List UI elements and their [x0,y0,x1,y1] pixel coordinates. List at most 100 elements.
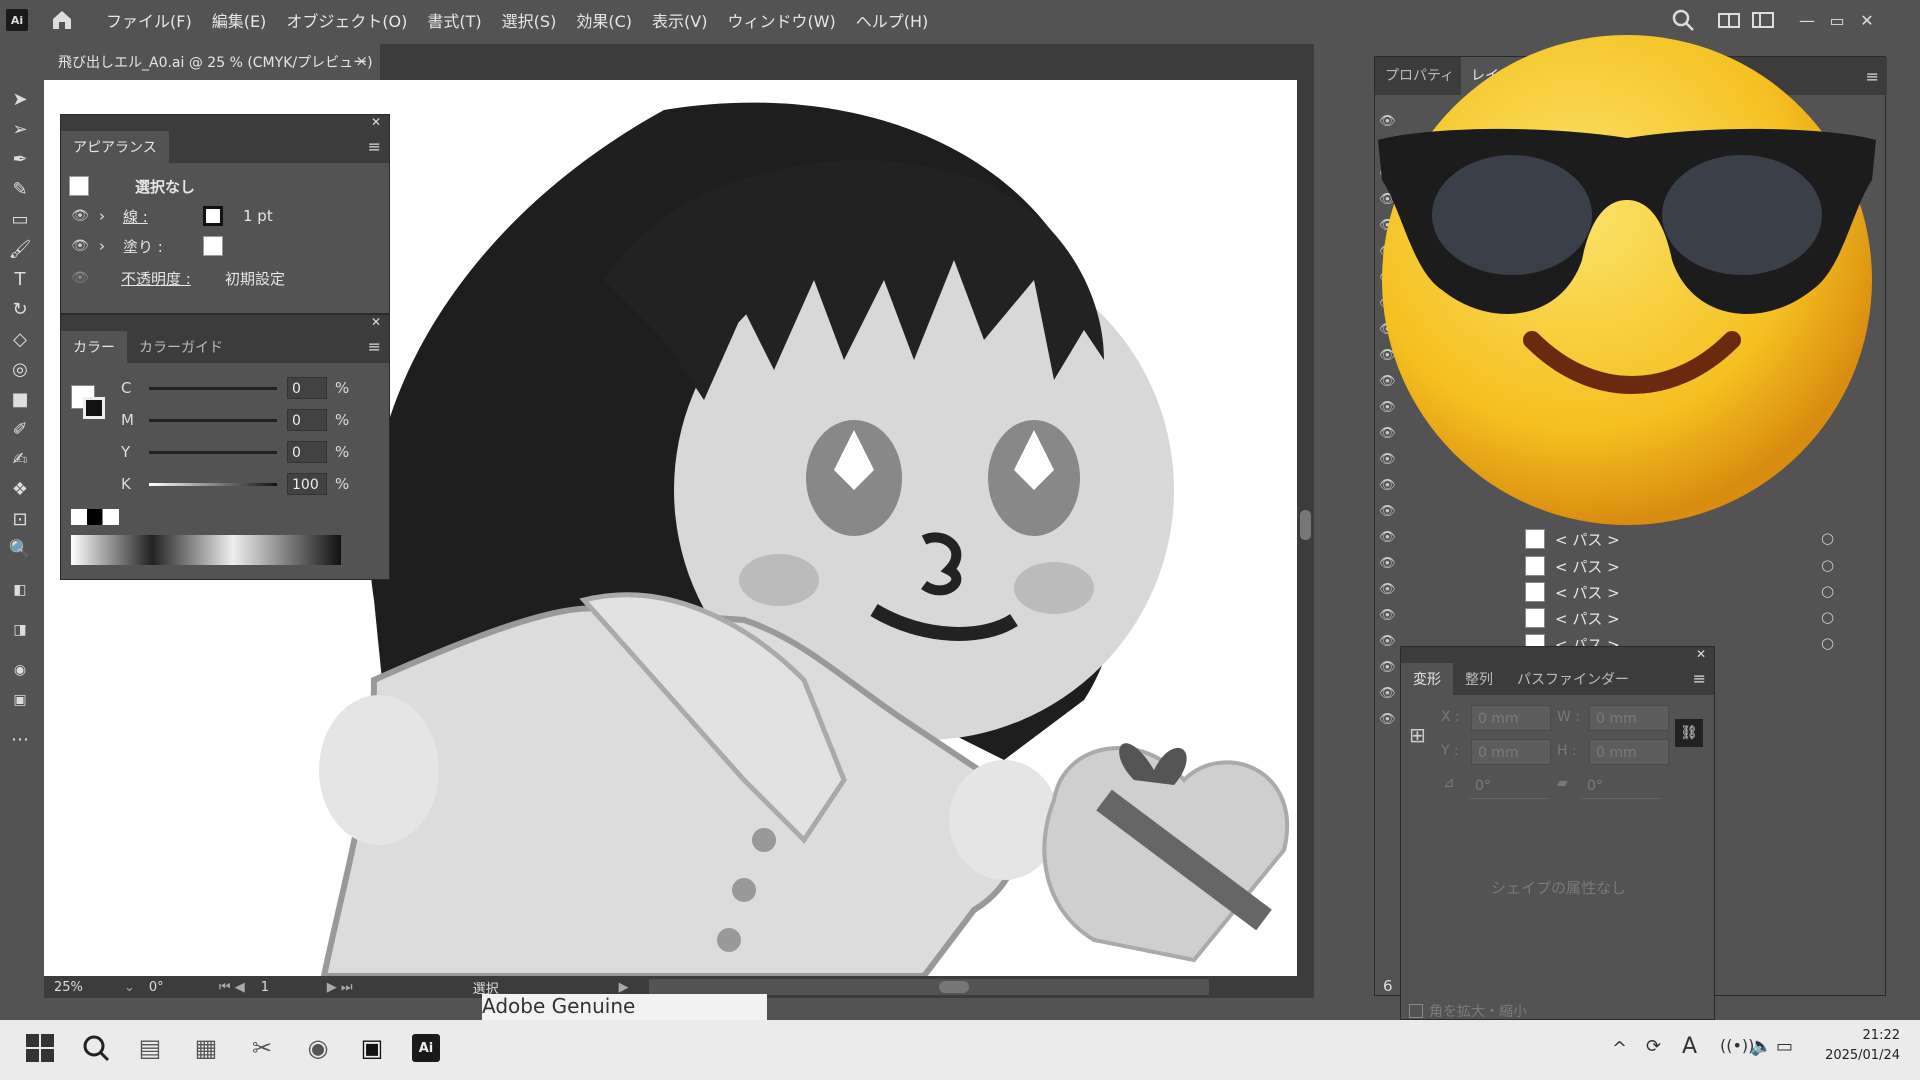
document-tab[interactable]: 飛び出しエル_A0.ai @ 25 % (CMYK/プレビュー) × [44,44,380,80]
channel-value[interactable]: 0 [287,441,327,463]
x-field[interactable]: 0 mm [1471,705,1551,731]
close-panel-icon[interactable]: ✕ [1696,647,1706,661]
stroke-row[interactable]: 👁 › 線 : 1 pt [69,201,273,231]
shear-field[interactable]: 0° [1581,773,1661,799]
panel-menu-icon[interactable]: ≡ [368,337,381,356]
layer-item[interactable]: < パス > ○ [1375,527,1887,553]
artboard-tool-icon[interactable]: ⊡ [8,508,32,532]
file-explorer-icon[interactable]: ▤ [132,1030,168,1066]
target-icon[interactable]: ○ [1821,634,1834,652]
slider-c[interactable]: C 0 % [121,375,351,401]
expand-icon[interactable]: › [99,207,105,225]
artboard-nav-icon[interactable]: ⏮ ◀ [219,980,245,995]
sync-icon[interactable]: ⟳ [1646,1036,1661,1057]
canvas-vertical-scrollbar[interactable] [1297,80,1314,976]
tab-appearance[interactable]: アピアランス [61,131,169,163]
tab-transform[interactable]: 変形 [1401,663,1453,695]
draw-mode-icon[interactable]: ◉ [8,658,32,682]
ime-indicator[interactable]: A [1682,1034,1697,1059]
checkbox[interactable] [1409,1004,1423,1018]
eye-icon[interactable]: 👁 [69,208,91,224]
fill-stroke-indicator[interactable] [71,375,111,425]
eye-icon[interactable]: 👁 [69,270,91,286]
reference-point-icon[interactable]: ⊞ [1409,723,1426,747]
slider-track[interactable] [149,386,277,390]
eyedropper-icon[interactable]: ✐ [8,418,32,442]
type-tool-icon[interactable]: T [8,268,32,292]
illustrator-taskbar-icon[interactable]: Ai [408,1030,444,1066]
shape-builder-icon[interactable]: ◎ [8,358,32,382]
slider-track[interactable] [149,450,277,454]
zoom-dropdown-icon[interactable]: ⌄ [124,980,135,995]
target-icon[interactable]: ○ [1821,582,1834,600]
start-icon[interactable] [22,1030,58,1066]
curvature-tool-icon[interactable]: ✎ [8,178,32,202]
snipping-tool-icon[interactable]: ✂ [244,1030,280,1066]
rectangle-tool-icon[interactable]: ▭ [8,208,32,232]
menu-file[interactable]: ファイル(F) [96,8,202,32]
layer-item[interactable]: < パス > ○ [1375,554,1887,580]
zoom-level[interactable]: 25% [54,980,114,995]
gradient-tool-icon[interactable]: ■ [8,388,32,412]
expand-icon[interactable]: › [99,237,105,255]
layer-name[interactable]: < パス > [1555,608,1620,629]
stroke-swatch[interactable] [203,206,223,226]
target-icon[interactable]: ○ [1821,608,1834,626]
color-spectrum[interactable] [71,535,341,565]
rotate-tool-icon[interactable]: ↻ [8,298,32,322]
channel-value[interactable]: 0 [287,377,327,399]
panel-header[interactable]: ✕ [61,115,389,131]
artboard-number[interactable]: 1 [261,980,311,995]
tab-pathfinder[interactable]: パスファインダー [1505,663,1641,695]
slider-track[interactable] [149,418,277,422]
direct-selection-tool-icon[interactable]: ➢ [8,118,32,142]
zoom-tool-icon[interactable]: 🔍 [8,538,32,562]
panel-header[interactable]: ✕ [61,315,389,331]
slider-y[interactable]: Y 0 % [121,439,351,465]
menu-view[interactable]: 表示(V) [642,8,717,32]
target-icon[interactable]: ○ [1821,529,1834,547]
status-arrow-icon[interactable]: ▶ [619,980,629,995]
fill-swatch[interactable] [203,236,223,256]
y-field[interactable]: 0 mm [1471,739,1551,765]
blend-tool-icon[interactable]: ✍ [8,448,32,472]
tab-color-guide[interactable]: カラーガイド [127,331,235,363]
screen-mode-icon[interactable]: ▣ [8,688,32,712]
close-panel-icon[interactable]: ✕ [371,315,381,329]
calculator-icon[interactable]: ▦ [188,1030,224,1066]
selection-tool-icon[interactable]: ➤ [8,88,32,112]
browser-icon[interactable]: ◉ [300,1030,336,1066]
menu-effect[interactable]: 効果(C) [566,8,642,32]
scale-corners-option[interactable]: 角を拡大・縮小 [1409,1001,1527,1021]
slider-m[interactable]: M 0 % [121,407,351,433]
layer-item[interactable]: < パス > ○ [1375,606,1887,632]
menu-edit[interactable]: 編集(E) [202,8,277,32]
fill-stroke-swatch-icon[interactable]: ◧ [8,578,32,602]
battery-icon[interactable]: ▭ [1776,1036,1793,1057]
clock-date[interactable]: 2025/01/24 [1818,1048,1900,1063]
layer-name[interactable]: < パス > [1555,582,1620,603]
w-field[interactable]: 0 mm [1589,705,1669,731]
none-black-white-swatches[interactable] [71,509,119,525]
menu-select[interactable]: 選択(S) [492,8,567,32]
tab-color[interactable]: カラー [61,331,127,363]
link-proportions-icon[interactable]: ⛓ [1675,719,1703,747]
layer-name[interactable]: < パス > [1555,556,1620,577]
target-icon[interactable]: ○ [1821,556,1834,574]
menu-window[interactable]: ウィンドウ(W) [717,8,845,32]
film-app-icon[interactable]: ▣ [354,1030,390,1066]
opacity-label[interactable]: 不透明度 : [121,268,225,289]
eye-icon[interactable]: 👁 [69,238,91,254]
vertical-scroll-thumb[interactable] [1300,510,1311,540]
symbol-tool-icon[interactable]: ❖ [8,478,32,502]
channel-value[interactable]: 100 [287,473,327,495]
chevron-up-icon[interactable]: ^ [1612,1038,1627,1059]
artboard-next-icon[interactable]: ▶ ⏭ [327,980,353,995]
slider-k[interactable]: K 100 % [121,471,351,497]
horizontal-scrollbar[interactable] [648,979,1209,995]
panel-menu-icon[interactable]: ≡ [368,137,381,156]
ai-logo[interactable]: Ai [6,9,28,31]
layer-name[interactable]: < パス > [1555,529,1620,550]
layer-item[interactable]: < パス > ○ [1375,580,1887,606]
h-field[interactable]: 0 mm [1589,739,1669,765]
